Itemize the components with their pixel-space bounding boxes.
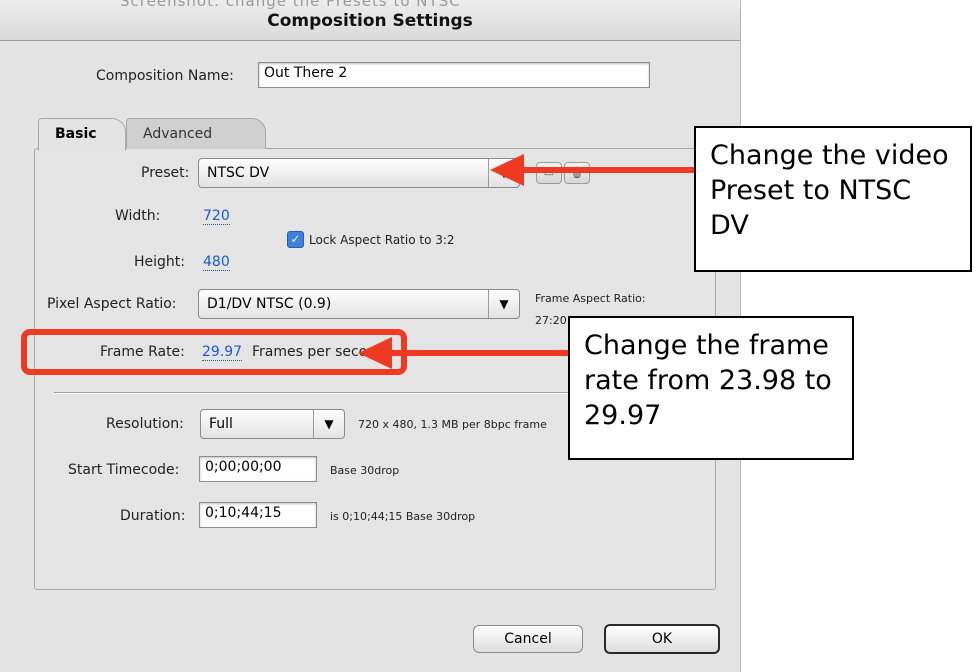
save-preset-icon[interactable]: ▭ — [536, 162, 562, 184]
resolution-label: Resolution: — [106, 416, 184, 432]
start-timecode-note: Base 30drop — [330, 464, 400, 477]
duration-label: Duration: — [120, 508, 186, 524]
duration-input[interactable]: 0;10;44;15 — [199, 502, 317, 528]
resolution-info: 720 x 480, 1.3 MB per 8bpc frame — [358, 418, 547, 431]
comp-name-label: Composition Name: — [96, 68, 234, 84]
title-bar: Screenshot: change the Presets to NTSC C… — [0, 0, 740, 41]
resolution-value: Full — [209, 416, 233, 432]
trash-icon[interactable]: 🗑 — [564, 162, 590, 184]
preset-callout: Change the video Preset to NTSC DV — [694, 126, 972, 272]
width-label: Width: — [115, 208, 161, 224]
lock-aspect-label: Lock Aspect Ratio to 3:2 — [309, 233, 455, 247]
lock-aspect-checkbox[interactable]: ✓ — [287, 231, 304, 248]
tab-advanced[interactable]: Advanced — [126, 118, 266, 149]
comp-name-input[interactable]: Out There 2 — [258, 62, 650, 88]
width-value[interactable]: 720 — [203, 208, 230, 225]
chevron-down-icon: ▼ — [313, 410, 344, 438]
pixel-aspect-value: D1/DV NTSC (0.9) — [207, 296, 332, 312]
pixel-aspect-label: Pixel Aspect Ratio: — [47, 296, 177, 312]
cancel-button[interactable]: Cancel — [473, 625, 583, 653]
start-timecode-input[interactable]: 0;00;00;00 — [199, 456, 317, 482]
ok-button[interactable]: OK — [604, 624, 720, 654]
frame-aspect-value: 27:20 — [535, 314, 567, 327]
preset-select[interactable]: NTSC DV ▼ — [198, 158, 520, 188]
title-ghost-text: Screenshot: change the Presets to NTSC — [120, 0, 461, 10]
frame-aspect-label: Frame Aspect Ratio: — [535, 292, 646, 305]
pixel-aspect-select[interactable]: D1/DV NTSC (0.9) ▼ — [198, 289, 520, 319]
resolution-select[interactable]: Full ▼ — [200, 409, 345, 439]
preset-value: NTSC DV — [207, 165, 270, 181]
checkmark-icon: ✓ — [290, 232, 301, 246]
dialog-title: Composition Settings — [267, 11, 473, 31]
duration-note: is 0;10;44;15 Base 30drop — [330, 510, 476, 523]
start-timecode-label: Start Timecode: — [68, 462, 180, 478]
chevron-down-icon: ▼ — [488, 290, 519, 318]
frame-rate-highlight — [21, 329, 407, 375]
chevron-down-icon: ▼ — [488, 159, 519, 187]
preset-label: Preset: — [141, 165, 190, 181]
height-label: Height: — [134, 254, 185, 270]
framerate-callout: Change the frame rate from 23.98 to 29.9… — [568, 316, 854, 460]
height-value[interactable]: 480 — [203, 254, 230, 271]
tab-basic[interactable]: Basic — [38, 118, 126, 151]
